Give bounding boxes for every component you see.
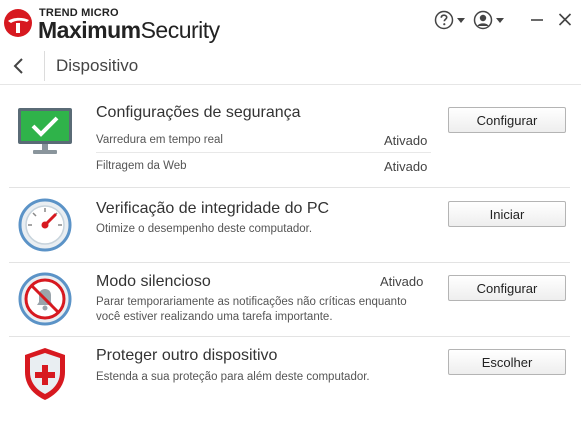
trend-micro-logo-icon bbox=[4, 9, 32, 37]
monitor-check-icon bbox=[18, 108, 72, 154]
feature-description: Otimize o desempenho deste computador. bbox=[96, 223, 313, 235]
page-title: Dispositivo bbox=[56, 56, 139, 75]
status-text: Ativado bbox=[384, 159, 428, 174]
feature-description: Estenda a sua proteção para além deste c… bbox=[96, 371, 370, 383]
silent-bell-icon bbox=[18, 272, 72, 326]
chevron-down-icon bbox=[457, 17, 465, 23]
divider bbox=[96, 152, 431, 153]
feature-title: Modo silencioso bbox=[96, 273, 211, 290]
minimize-icon bbox=[531, 19, 543, 21]
status-text: Ativado bbox=[384, 133, 428, 148]
status-text: Ativado bbox=[380, 274, 424, 289]
brand-product-bold: Maximum bbox=[38, 17, 141, 43]
back-button[interactable] bbox=[8, 56, 30, 76]
account-menu-button[interactable] bbox=[473, 9, 504, 31]
brand-product: MaximumSecurity bbox=[38, 17, 220, 44]
speedometer-icon bbox=[18, 198, 72, 252]
divider bbox=[9, 187, 570, 188]
title-bar: TREND MICRO MaximumSecurity bbox=[0, 0, 581, 46]
divider bbox=[44, 51, 45, 81]
chevron-down-icon bbox=[496, 17, 504, 23]
user-circle-icon bbox=[473, 10, 493, 30]
question-circle-icon bbox=[434, 10, 454, 30]
subrow-label: Filtragem da Web bbox=[96, 160, 187, 172]
feature-title: Proteger outro dispositivo bbox=[96, 347, 278, 364]
feature-title: Verificação de integridade do PC bbox=[96, 200, 330, 217]
divider bbox=[9, 262, 570, 263]
brand-product-light: Security bbox=[140, 17, 221, 43]
feature-title: Configurações de segurança bbox=[96, 104, 301, 121]
configure-silent-mode-button[interactable]: Configurar bbox=[448, 275, 566, 301]
feature-description: Parar temporariamente as notificações nã… bbox=[96, 296, 407, 308]
help-menu-button[interactable] bbox=[434, 9, 465, 31]
chevron-left-icon bbox=[13, 58, 23, 74]
close-icon bbox=[558, 13, 572, 26]
choose-device-button[interactable]: Escolher bbox=[448, 349, 566, 375]
start-health-check-button[interactable]: Iniciar bbox=[448, 201, 566, 227]
feature-description: você estiver realizando uma tarefa impor… bbox=[96, 311, 333, 323]
divider bbox=[9, 336, 570, 337]
subrow-label: Varredura em tempo real bbox=[96, 134, 223, 146]
minimize-button[interactable] bbox=[530, 9, 544, 31]
navigation-bar: Dispositivo bbox=[0, 48, 581, 85]
close-button[interactable] bbox=[558, 9, 572, 31]
configure-security-button[interactable]: Configurar bbox=[448, 107, 566, 133]
shield-plus-icon bbox=[25, 348, 65, 400]
